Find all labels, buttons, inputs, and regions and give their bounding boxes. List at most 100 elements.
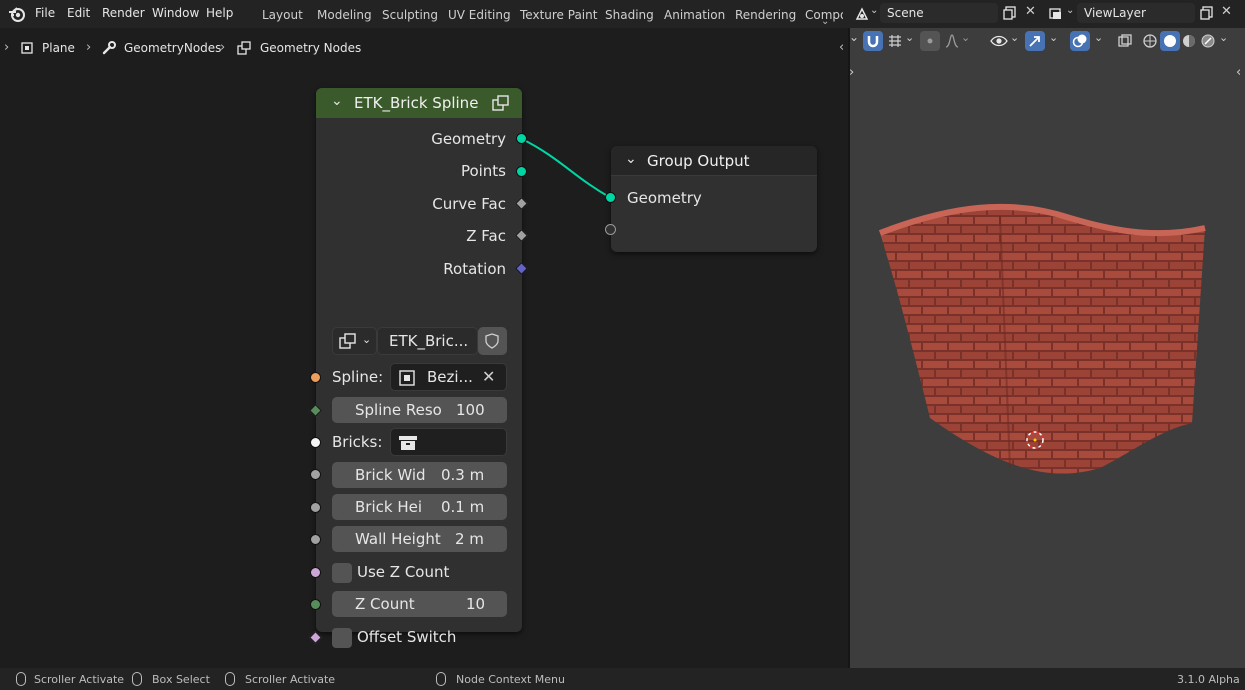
overlay-icon [1072,34,1087,48]
node-group-icon[interactable] [491,94,511,112]
spline-reso-value: 100 [456,401,485,419]
scene-dropdown-icon[interactable]: ⌄ [870,5,878,16]
output-z-fac-socket[interactable] [515,229,528,242]
status-right-click: Scroller Activate [245,673,336,686]
input-spline-reso-socket[interactable] [309,404,322,417]
brick-hei-label: Brick Hei [355,498,423,516]
input-use-z-count-socket[interactable] [310,567,321,578]
input-bricks-socket[interactable] [310,437,321,448]
output-points-socket[interactable] [516,166,527,177]
new-view-layer-icon[interactable] [1199,5,1215,21]
z-count-value: 10 [466,595,486,613]
visibility-dropdown-icon[interactable]: ⌄ [1010,31,1019,44]
gizmo-dropdown-icon[interactable]: ⌄ [1049,31,1058,44]
viewport-dropdown-icon[interactable]: ⌄ [849,30,859,44]
menu-window[interactable]: Window [152,6,199,20]
overlay-dropdown-icon[interactable]: ⌄ [1094,31,1103,44]
clear-spline-icon[interactable]: ✕ [482,367,495,386]
material-shading-icon[interactable] [1181,33,1197,49]
brick-hei-value: 0.1 m [441,498,485,516]
tab-layout[interactable]: Layout [262,8,303,22]
remove-scene-icon[interactable]: ✕ [1025,4,1036,19]
left-mouse-icon [16,672,26,686]
output-rotation-socket[interactable] [515,262,528,275]
scene-icon[interactable] [854,6,870,22]
view-layer-dropdown-icon[interactable]: ⌄ [1066,5,1074,16]
view-layer-icon[interactable] [1048,6,1064,22]
view-layer-name: ViewLayer [1084,6,1146,20]
snap-dropdown-icon[interactable]: ⌄ [905,31,914,44]
toolbar-expand-icon[interactable]: › [849,65,854,80]
shading-dropdown-icon[interactable]: ⌄ [1219,31,1228,44]
breadcrumb-node-tree[interactable]: Geometry Nodes [260,41,361,55]
visibility-eye-icon[interactable] [990,33,1008,49]
input-brick-hei-socket[interactable] [310,502,321,513]
node-editor[interactable]: › Plane › GeometryNodes › Geometry Nodes… [0,28,848,668]
browse-dropdown-icon: ⌄ [362,333,372,346]
solid-shading-icon [1164,35,1176,47]
tab-rendering[interactable]: Rendering [735,8,796,22]
proportional-icon [927,38,933,44]
output-z-fac-label: Z Fac [466,227,506,245]
group-output-geometry-socket[interactable] [605,192,616,203]
new-scene-icon[interactable] [1002,5,1018,21]
remove-view-layer-icon[interactable]: ✕ [1221,4,1232,19]
input-offset-switch-socket[interactable] [309,631,322,644]
output-geometry-label: Geometry [431,130,506,148]
collapse-chevron-icon[interactable]: ⌄ [331,93,343,109]
3d-cursor-icon[interactable] [1024,429,1046,451]
3d-viewport[interactable]: ⌄ ⌄ ⌄ ⌄ ⌄ ⌄ ⌄ › ‹ [849,28,1245,668]
menu-edit[interactable]: Edit [67,6,90,20]
output-rotation-label: Rotation [443,260,506,278]
input-wall-height-socket[interactable] [310,534,321,545]
output-geometry-socket[interactable] [516,133,527,144]
blender-logo-icon[interactable] [8,5,26,23]
tab-sculpting[interactable]: Sculpting [382,8,438,22]
toolbar-expand-icon[interactable]: › [4,40,9,55]
breadcrumb-modifier[interactable]: GeometryNodes [124,41,221,55]
falloff-dropdown-icon[interactable]: ⌄ [961,31,970,44]
group-output-node[interactable]: ⌄ Group Output Geometry [605,146,817,252]
node-tree-icon [237,41,251,55]
wireframe-shading-icon[interactable] [1142,33,1158,49]
brick-spline-node[interactable]: ⌄ ETK_Brick Spline Geometry Points Curve… [309,88,528,648]
workspace-scroll-chevron-icon[interactable]: ⌄ [821,16,829,27]
curve-object-icon [399,370,415,386]
node-group-name: ETK_Bric... [389,332,469,350]
falloff-curve-icon[interactable] [944,33,960,49]
collapse-chevron-icon[interactable]: ⌄ [625,151,637,167]
tab-animation[interactable]: Animation [664,8,725,22]
snap-grid-icon[interactable] [887,33,903,49]
top-bar: File Edit Render Window Help Layout Mode… [0,0,1245,28]
input-z-count-socket[interactable] [310,599,321,610]
version-label: 3.1.0 Alpha [1177,673,1240,686]
input-spline-socket[interactable] [310,372,321,383]
menu-file[interactable]: File [35,6,55,20]
tab-modeling[interactable]: Modeling [317,8,372,22]
output-curve-fac-label: Curve Fac [432,195,506,213]
status-left-click: Scroller Activate [34,673,125,686]
sidebar-collapse-icon[interactable]: ‹ [839,40,844,55]
menu-help[interactable]: Help [206,6,233,20]
breadcrumb-separator: › [220,40,226,55]
group-output-title: Group Output [647,152,750,170]
rendered-shading-icon[interactable] [1200,33,1216,49]
input-brick-wid-socket[interactable] [310,469,321,480]
offset-switch-checkbox[interactable] [332,628,352,648]
tab-texture-paint[interactable]: Texture Paint [520,8,597,22]
tab-shading[interactable]: Shading [605,8,654,22]
status-context-menu: Node Context Menu [456,673,565,686]
output-curve-fac-socket[interactable] [515,197,528,210]
sidebar-expand-icon[interactable]: ‹ [1236,65,1241,80]
collection-icon [399,436,417,450]
brick-wid-value: 0.3 m [441,466,485,484]
node-tree-browse-icon [339,333,356,349]
group-output-empty-socket[interactable] [605,224,616,235]
middle-mouse-icon [132,672,142,686]
breadcrumb-object[interactable]: Plane [42,41,75,55]
menu-render[interactable]: Render [102,6,145,20]
use-z-count-checkbox[interactable] [332,563,352,583]
geometry-link[interactable] [521,138,612,199]
xray-icon[interactable] [1117,33,1133,49]
tab-uv-editing[interactable]: UV Editing [448,8,511,22]
